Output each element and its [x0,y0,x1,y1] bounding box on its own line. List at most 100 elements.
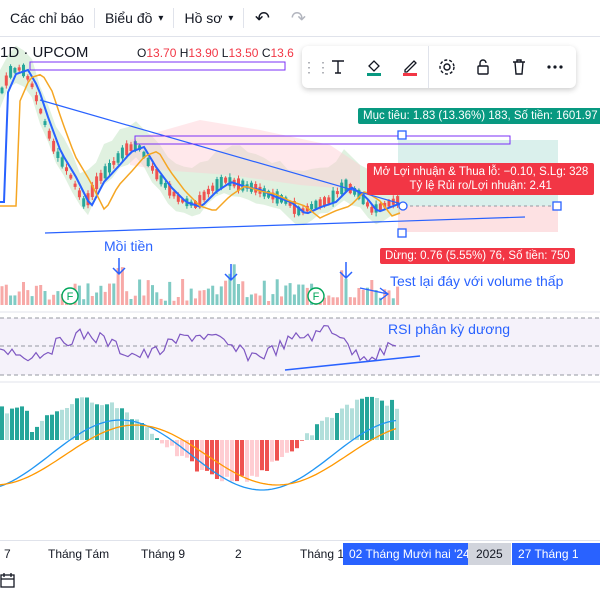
macd-histogram-bar [25,410,29,440]
volume-bar [43,291,47,305]
close-label: C [261,46,271,60]
candle-body [56,151,60,158]
time-axis[interactable]: 7 Tháng Tám Tháng 9 2 Tháng 1 02 Tháng M… [0,540,600,583]
macd-histogram-bar [30,432,34,440]
drag-handle-icon[interactable]: ⋮⋮ [302,59,330,76]
calendar-icon[interactable] [0,572,16,593]
macd-histogram-bar [15,407,19,440]
candle-body [116,153,120,163]
volume-bar [176,297,180,305]
volume-bar [198,290,202,305]
volume-bar [22,282,25,305]
candle-body [378,203,382,210]
time-year-2025: 2025 [468,543,511,565]
candle-body [103,166,107,179]
macd-histogram-bar [275,440,279,461]
volume-bar [331,297,335,305]
rsi-divergence-annotation[interactable]: RSI phân kỳ dương [388,321,510,337]
macd-histogram-bar [85,397,89,440]
delete-icon[interactable] [501,46,537,88]
settings-icon[interactable] [428,46,465,88]
time-tick: Tháng Tám [48,547,110,561]
macd-histogram-bar [40,420,44,440]
more-icon[interactable] [537,46,573,88]
macd-histogram-bar [310,435,314,440]
macd-histogram-bar [230,440,234,482]
drawing-toolbar: ⋮⋮ [302,46,576,88]
candle-body [77,190,81,198]
volume-bar [275,279,279,305]
retest-annotation[interactable]: Test lại đáy với volume thấp [390,273,563,289]
volume-bar [284,285,288,305]
profit-loss-label[interactable]: Mở Lợi nhuận & Thua lỗ: −0.10, S.Lg: 328… [367,163,595,195]
symbol-interval[interactable]: 1D · UPCOM [0,44,88,61]
macd-histogram-bar [45,415,49,440]
macd-histogram-bar [60,409,64,440]
candle-body [112,161,116,165]
macd-histogram-bar [160,440,164,444]
volume-bar [30,296,34,305]
candle-body [99,172,103,181]
time-tick: Tháng 1 [300,547,345,561]
volume-bar [108,283,111,305]
stop-label[interactable]: Dừng: 0.76 (5.55%) 76, Số tiền: 750 [380,248,575,264]
volume-bar [241,281,245,305]
macd-histogram-bar [195,440,199,472]
candle-body [202,191,206,201]
candle-body [219,177,223,188]
undo-icon[interactable]: ↶ [244,0,280,36]
candle-body [340,182,344,195]
width-handle [552,201,562,211]
volume-bar [224,280,228,305]
indicators-button[interactable]: Các chỉ báo [0,0,94,36]
candle-body [9,66,13,78]
candle-body [47,130,51,139]
profile-dropdown[interactable]: Hồ sơ ▾ [174,0,243,36]
volume-bar [215,294,219,305]
macd-histogram-bar [365,396,369,440]
candle-body [4,75,8,86]
candle-body [69,174,73,179]
volume-bar [194,298,197,305]
macd-histogram-bar [35,426,39,440]
target-label[interactable]: Mục tiêu: 1.83 (13.36%) 183, Số tiền: 16… [358,108,600,124]
volume-bar [168,281,172,305]
volume-bar [155,292,159,305]
f-badge-text: F [313,291,320,303]
macd-histogram-bar [305,433,309,440]
macd-histogram-bar [295,440,299,449]
candle-body [327,197,331,204]
macd-histogram-bar [10,408,14,440]
redo-icon[interactable]: ↷ [280,0,316,36]
macd-histogram-bar [330,417,334,440]
macd-histogram-bar [315,424,319,440]
volume-bar [219,286,223,305]
volume-bar [13,295,17,305]
volume-bar [86,283,90,305]
volume-bar [262,280,266,305]
candle-body [366,202,369,207]
candle-body [314,200,318,209]
candle-body [228,177,232,187]
volume-bar [297,284,301,305]
low-value: 13.50 [228,46,259,60]
volume-bar [52,294,56,305]
candle-body [43,121,47,125]
text-icon[interactable] [320,46,356,88]
macd-histogram-bar [260,440,264,471]
macd-histogram-bar [165,440,169,448]
lock-icon[interactable] [465,46,501,88]
volume-bar [267,301,271,305]
bait-annotation[interactable]: Mồi tiền [104,238,153,254]
chart-type-label: Biểu đồ [104,10,153,26]
volume-bar [344,278,348,305]
macd-histogram-bar [130,419,134,440]
time-tick: Tháng 9 [141,547,186,561]
fill-color-icon[interactable] [356,46,392,88]
profile-label: Hồ sơ [184,10,223,26]
chart-type-dropdown[interactable]: Biểu đồ ▾ [95,0,174,36]
line-color-icon[interactable] [392,46,428,88]
candle-body [224,177,228,183]
volume-bar [271,294,275,305]
candle-body [211,185,215,191]
